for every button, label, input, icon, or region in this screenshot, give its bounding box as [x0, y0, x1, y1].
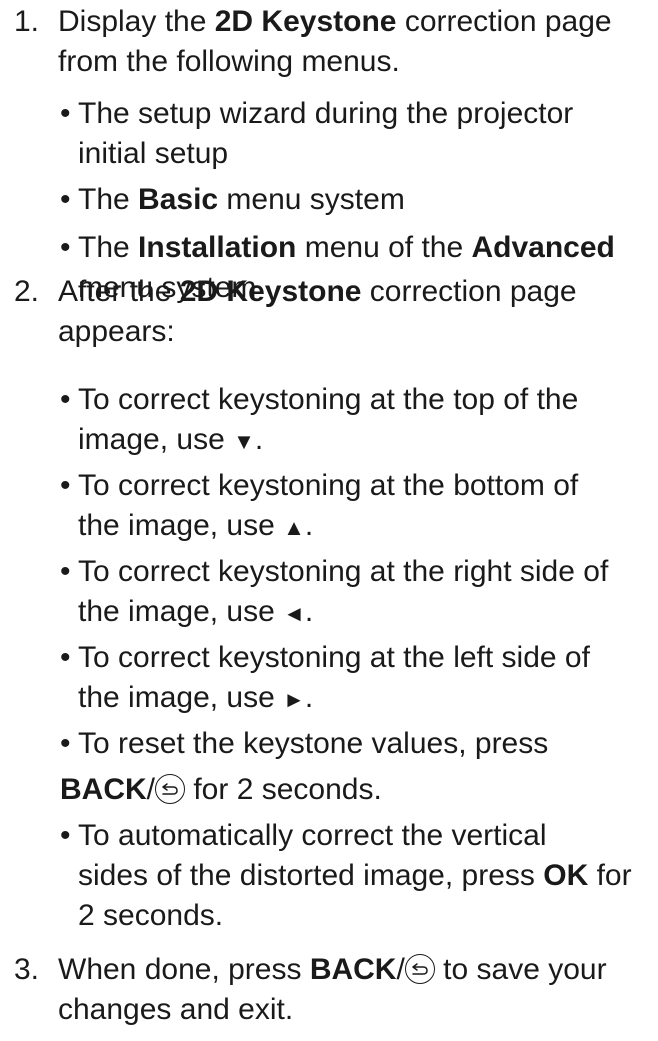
step-number: 3. — [14, 953, 40, 986]
button-term: OK — [543, 859, 589, 892]
list-item: • The setup wizard during the projector … — [60, 97, 574, 170]
bullet-dot: • — [60, 641, 71, 674]
step-text: Display the 2D Keystone correction page — [58, 5, 612, 38]
list-item: • To correct keystoning at the top of th… — [60, 383, 579, 456]
back-arrow-circle-icon — [404, 954, 435, 984]
step-1: 1. Display the 2D Keystone correction pa… — [0, 4, 658, 80]
list-item: • The Basic menu system — [60, 183, 405, 216]
step-2: 2. After the 2D Keystone correction page… — [0, 274, 658, 350]
menu-term: Basic — [138, 183, 219, 216]
step-text: changes and exit. — [58, 993, 294, 1026]
menu-term: 2D Keystone — [179, 275, 362, 308]
menu-term: 2D Keystone — [214, 5, 397, 38]
arrow-up-icon: ▲ — [283, 515, 305, 540]
back-arrow-circle-icon — [155, 774, 186, 804]
menu-term: Advanced — [471, 231, 615, 264]
arrow-down-icon: ▼ — [233, 429, 255, 454]
list-item: • To reset the keystone values, press BA… — [60, 727, 549, 806]
list-item: • To automatically correct the vertical … — [60, 819, 632, 932]
arrow-right-icon: ► — [283, 687, 305, 712]
menu-term: Installation — [138, 231, 297, 264]
step-text: When done, press BACK/ to save your — [58, 953, 607, 986]
step-text: appears: — [58, 315, 175, 348]
list-item: • To correct keystoning at the bottom of… — [60, 469, 579, 542]
button-term: BACK — [309, 953, 397, 986]
button-term: BACK — [60, 773, 147, 806]
bullet-dot: • — [60, 469, 71, 502]
bullet-dot: • — [60, 727, 71, 760]
bullet-dot: • — [60, 383, 71, 416]
step-text: After the 2D Keystone correction page — [58, 275, 577, 308]
bullet-dot: • — [60, 819, 71, 852]
arrow-left-icon: ◄ — [283, 601, 305, 626]
bullet-dot: • — [60, 183, 71, 216]
step-text: from the following menus. — [58, 45, 400, 78]
bullet-dot: • — [60, 555, 71, 588]
step-number: 2. — [14, 275, 40, 308]
bullet-dot: • — [60, 97, 71, 130]
step-3: 3. When done, press BACK/ to save your c… — [0, 952, 658, 1028]
list-item: • To correct keystoning at the left side… — [60, 641, 590, 714]
list-item: • To correct keystoning at the right sid… — [60, 555, 609, 628]
bullet-dot: • — [60, 231, 71, 264]
step-number: 1. — [14, 5, 40, 38]
